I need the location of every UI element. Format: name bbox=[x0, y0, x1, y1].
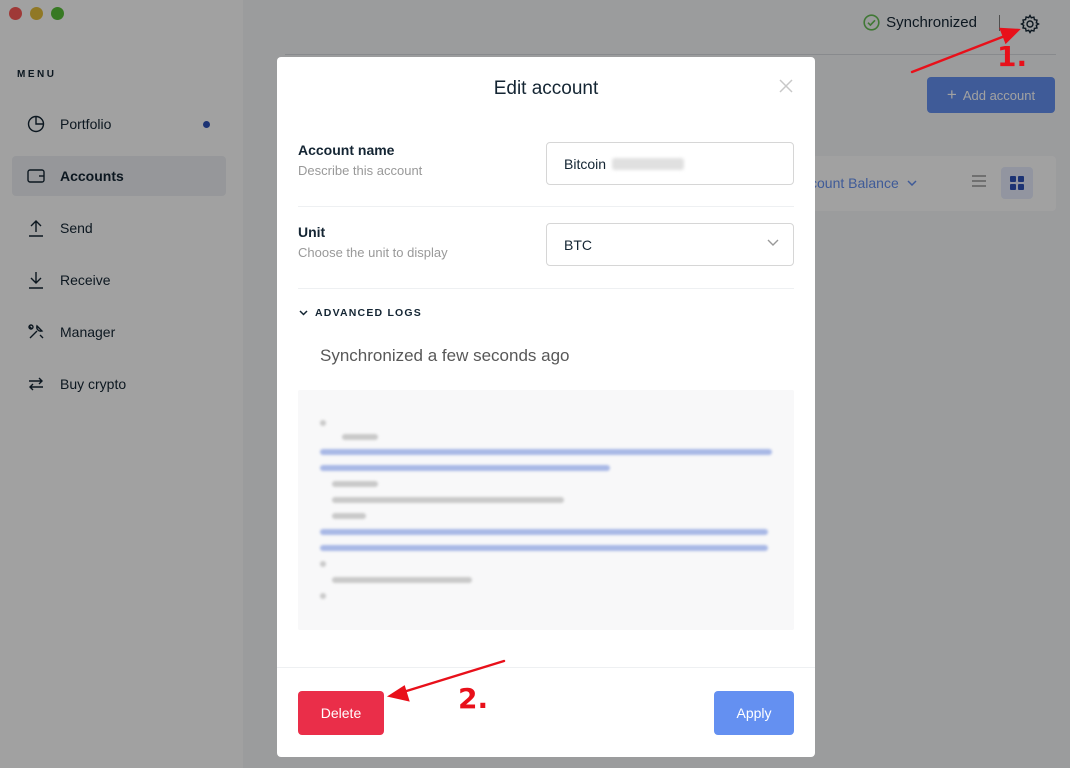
log-line bbox=[320, 529, 768, 535]
delete-button[interactable]: Delete bbox=[298, 691, 384, 735]
log-line bbox=[342, 434, 378, 440]
unit-value: BTC bbox=[564, 236, 592, 253]
log-line bbox=[332, 481, 378, 487]
log-line bbox=[320, 545, 768, 551]
advanced-logs-label: ADVANCED LOGS bbox=[315, 307, 422, 319]
account-name-input[interactable]: Bitcoin bbox=[546, 142, 794, 185]
close-icon[interactable] bbox=[779, 79, 793, 93]
log-line bbox=[320, 593, 326, 599]
chevron-down-icon bbox=[299, 310, 308, 316]
log-line bbox=[332, 497, 564, 503]
modal-title: Edit account bbox=[493, 78, 599, 99]
footer-divider bbox=[277, 667, 815, 668]
log-line bbox=[320, 449, 772, 455]
sync-status-text: Synchronized a few seconds ago bbox=[320, 346, 570, 365]
log-line bbox=[332, 577, 472, 583]
apply-button[interactable]: Apply bbox=[714, 691, 794, 735]
log-line bbox=[320, 561, 326, 567]
log-panel bbox=[298, 390, 794, 630]
blurred-text bbox=[612, 157, 685, 170]
annotation-label-1: 1. bbox=[997, 40, 1028, 73]
edit-account-modal: Edit account Account name Describe this … bbox=[277, 57, 815, 757]
annotation-label-2: 2. bbox=[458, 682, 489, 715]
row-divider bbox=[298, 206, 794, 207]
row-divider bbox=[298, 288, 794, 289]
unit-select[interactable]: BTC bbox=[546, 223, 794, 266]
account-name-value: Bitcoin bbox=[564, 155, 607, 172]
log-line bbox=[320, 465, 610, 471]
log-line bbox=[332, 513, 366, 519]
log-line bbox=[320, 420, 326, 426]
chevron-down-icon bbox=[767, 239, 779, 246]
advanced-logs-toggle[interactable]: ADVANCED LOGS bbox=[299, 307, 422, 319]
